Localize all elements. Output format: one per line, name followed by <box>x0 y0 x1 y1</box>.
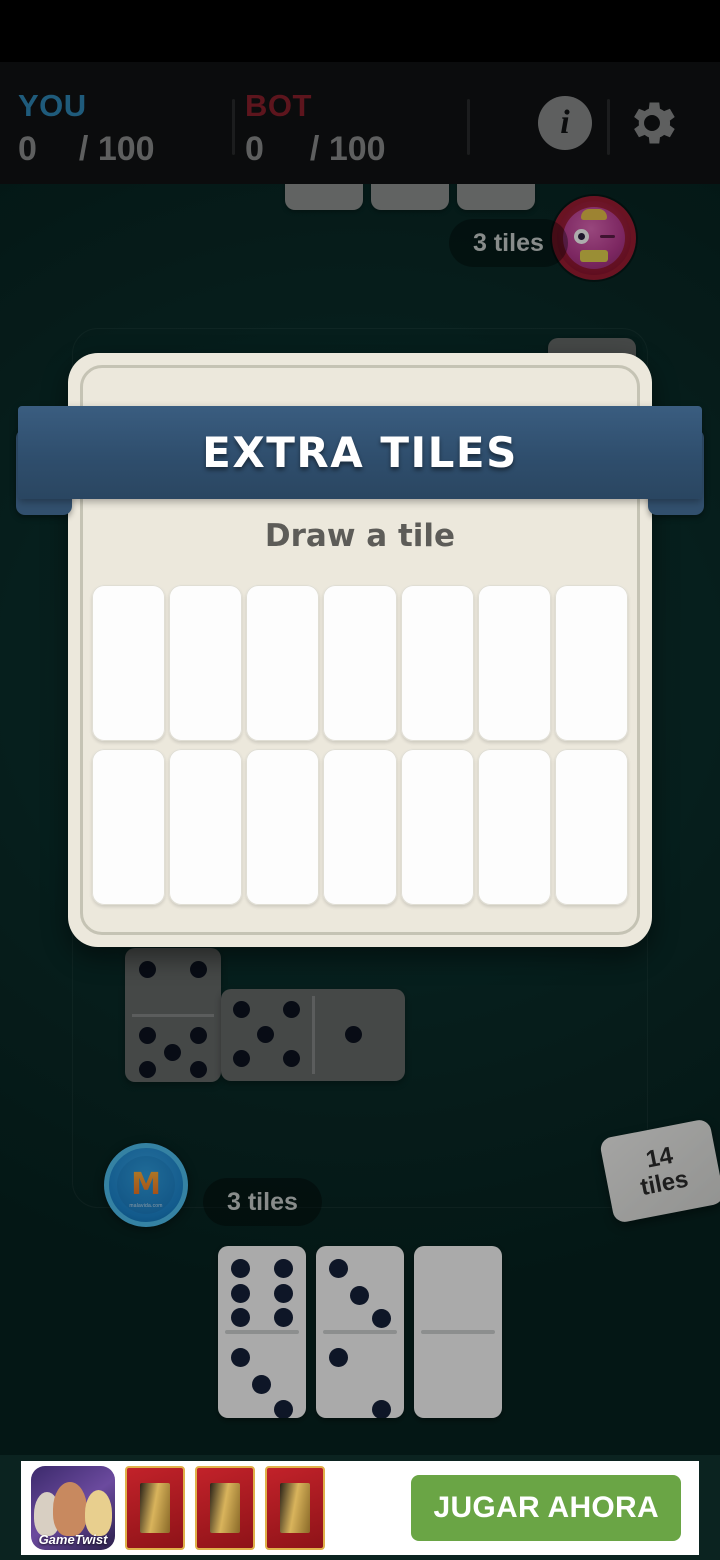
dialog-title: EXTRA TILES <box>202 428 518 477</box>
ad-card <box>195 1465 255 1550</box>
draw-tile[interactable] <box>92 585 166 741</box>
draw-tile[interactable] <box>323 585 397 741</box>
ad-app-icon: GameTwist <box>31 1465 115 1550</box>
draw-tile-grid <box>88 585 632 905</box>
dialog-title-ribbon: EXTRA TILES <box>18 406 702 499</box>
ad-card-list <box>125 1465 325 1550</box>
ad-card <box>125 1465 185 1550</box>
ad-cta-button[interactable]: JUGAR AHORA <box>411 1474 681 1541</box>
ad-content: GameTwist JUGAR AHORA <box>21 1460 699 1555</box>
dialog-subtitle: Draw a tile <box>264 518 456 554</box>
draw-tile[interactable] <box>400 585 474 741</box>
draw-tile[interactable] <box>477 585 551 741</box>
draw-tile[interactable] <box>246 585 320 741</box>
game-screen: 3 tiles M malavida.com 3 tiles 14 tiles <box>0 0 720 1560</box>
draw-tile[interactable] <box>246 749 320 905</box>
draw-tile[interactable] <box>477 749 551 905</box>
ad-card <box>265 1465 325 1550</box>
draw-tile[interactable] <box>323 749 397 905</box>
draw-tile[interactable] <box>400 749 474 905</box>
draw-tile[interactable] <box>92 749 166 905</box>
draw-tile[interactable] <box>554 749 628 905</box>
draw-tile[interactable] <box>169 749 243 905</box>
extra-tiles-dialog: EXTRA TILES Draw a tile <box>16 353 704 947</box>
ad-banner[interactable]: GameTwist JUGAR AHORA <box>0 1455 720 1560</box>
draw-tile[interactable] <box>554 585 628 741</box>
ad-app-name: GameTwist <box>38 1531 108 1547</box>
draw-tile[interactable] <box>169 585 243 741</box>
